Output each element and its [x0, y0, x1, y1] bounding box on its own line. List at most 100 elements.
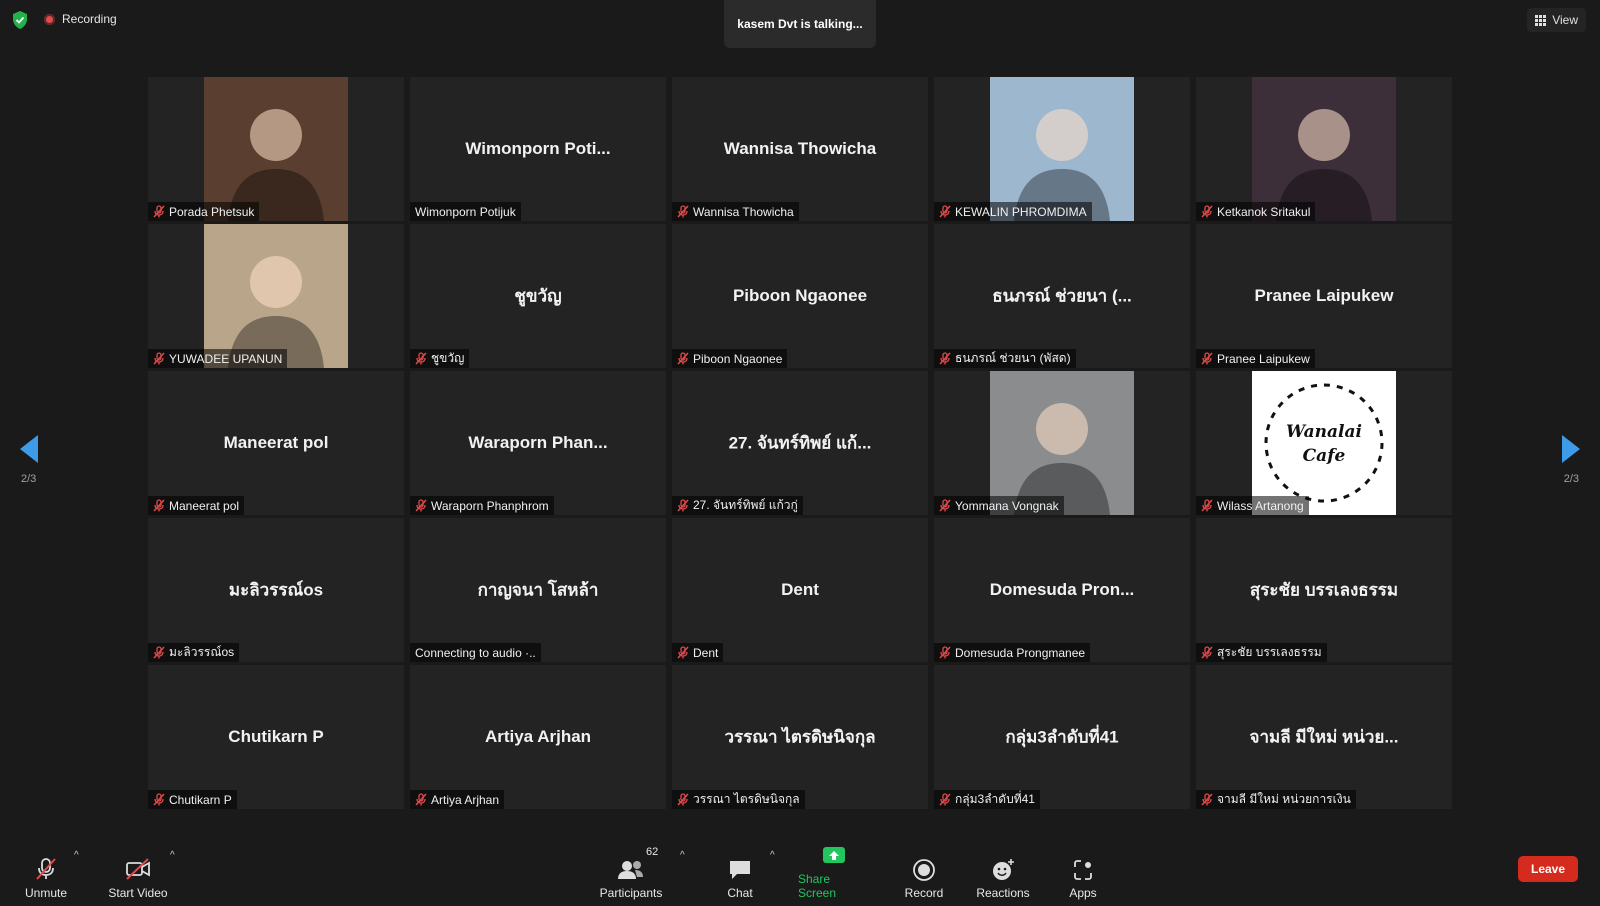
record-button[interactable]: Record	[902, 838, 946, 906]
participant-display-name: 27. จันทร์ทิพย์ แก้...	[728, 433, 872, 453]
person-silhouette-image	[228, 256, 324, 368]
participant-name-text: Piboon Ngaonee	[693, 351, 783, 366]
participant-name-text: Wimonporn Potijuk	[415, 204, 516, 219]
mic-muted-icon	[415, 499, 427, 512]
next-page-arrow-icon[interactable]	[1562, 435, 1580, 463]
participant-tile[interactable]: Wanalai Cafe Wilass Artanong	[1196, 371, 1452, 515]
participants-label: Participants	[599, 886, 663, 900]
participant-display-name: Waraporn Phan...	[468, 433, 608, 452]
participants-count: 62	[646, 846, 659, 858]
participant-name-text: Wannisa Thowicha	[693, 204, 794, 219]
participant-tile[interactable]: Artiya Arjhan Artiya Arjhan	[410, 665, 666, 809]
participant-name-label: สุระชัย บรรเลงธรรม	[1196, 643, 1327, 662]
leave-button[interactable]: Leave	[1518, 856, 1578, 882]
mic-muted-icon	[677, 646, 689, 659]
mic-muted-icon	[153, 646, 165, 659]
mic-muted-icon	[1201, 499, 1213, 512]
participant-name-label: มะลิวรรณ์os	[148, 643, 240, 662]
mic-muted-icon	[1201, 646, 1213, 659]
participant-tile[interactable]: KEWALIN PHROMDIMA	[934, 77, 1190, 221]
participant-tile[interactable]: Ketkanok Sritakul	[1196, 77, 1452, 221]
participant-video-feed	[204, 77, 348, 221]
start-video-label: Start Video	[108, 886, 168, 900]
participant-name-label: Porada Phetsuk	[148, 202, 260, 221]
participant-name-label: Connecting to audio ·..	[410, 643, 541, 662]
participant-tile[interactable]: Wannisa Thowicha Wannisa Thowicha	[672, 77, 928, 221]
recording-indicator[interactable]: Recording	[44, 12, 117, 26]
participant-tile[interactable]: Piboon Ngaonee Piboon Ngaonee	[672, 224, 928, 368]
share-screen-button[interactable]: Share Screen	[798, 838, 870, 906]
mic-muted-icon	[939, 646, 951, 659]
participant-tile[interactable]: จามลี มีใหม่ หน่วย... จามลี มีใหม่ หน่วยก…	[1196, 665, 1452, 809]
participant-name-text: ธนภรณ์ ช่วยนา (พัสด)	[955, 351, 1071, 365]
participant-tile[interactable]: Domesuda Pron... Domesuda Prongmanee	[934, 518, 1190, 662]
participant-name-text: Wilass Artanong	[1217, 498, 1304, 513]
reactions-button[interactable]: Reactions	[976, 838, 1030, 906]
participant-display-name: กาญจนา โสหล้า	[477, 580, 599, 600]
active-speaker-banner: kasem Dvt is talking...	[724, 0, 876, 48]
participant-display-name: Pranee Laipukew	[1254, 286, 1394, 305]
chat-caret-icon[interactable]: ^	[770, 850, 775, 861]
leave-label: Leave	[1530, 862, 1566, 876]
participant-display-name: Wimonporn Poti...	[465, 139, 611, 158]
participant-tile[interactable]: Yommana Vongnak	[934, 371, 1190, 515]
participant-name-label: Wilass Artanong	[1196, 496, 1309, 515]
participant-name-label: Domesuda Prongmanee	[934, 643, 1091, 662]
mic-muted-icon	[415, 793, 427, 806]
mic-muted-icon	[677, 205, 689, 218]
participant-name-text: KEWALIN PHROMDIMA	[955, 204, 1087, 219]
participant-display-name: Artiya Arjhan	[484, 727, 592, 746]
page-indicator-right: 2/3	[1563, 473, 1579, 485]
participant-tile[interactable]: กาญจนา โสหล้า Connecting to audio ·..	[410, 518, 666, 662]
participant-name-label: Yommana Vongnak	[934, 496, 1064, 515]
security-shield-icon[interactable]	[12, 11, 28, 29]
participant-name-text: Dent	[693, 645, 719, 660]
participant-name-label: Waraporn Phanphrom	[410, 496, 554, 515]
audio-options-caret-icon[interactable]: ^	[74, 850, 79, 861]
participant-display-name: มะลิวรรณ์os	[228, 580, 324, 600]
start-video-button[interactable]: Start Video	[104, 838, 172, 906]
participant-tile[interactable]: Maneerat pol Maneerat pol	[148, 371, 404, 515]
chat-button[interactable]: Chat	[720, 838, 760, 906]
participant-tile[interactable]: YUWADEE UPANUN	[148, 224, 404, 368]
participant-tile[interactable]: ธนภรณ์ ช่วยนา (... ธนภรณ์ ช่วยนา (พัสด)	[934, 224, 1190, 368]
participant-tile[interactable]: Chutikarn P Chutikarn P	[148, 665, 404, 809]
mic-muted-icon	[153, 793, 165, 806]
participant-tile[interactable]: Wimonporn Poti... Wimonporn Potijuk	[410, 77, 666, 221]
unmute-button[interactable]: Unmute	[20, 838, 72, 906]
participant-video-feed	[1252, 77, 1396, 221]
participant-name-text: มะลิวรรณ์os	[169, 645, 235, 659]
participant-name-label: 27. จันทร์ทิพย์ แก้วกู่	[672, 496, 803, 515]
participant-tile[interactable]: สุระชัย บรรเลงธรรม สุระชัย บรรเลงธรรม	[1196, 518, 1452, 662]
smiley-face-icon	[993, 859, 1014, 880]
chat-bubble-icon	[730, 861, 750, 879]
participant-tile[interactable]: Porada Phetsuk	[148, 77, 404, 221]
participant-tile[interactable]: 27. จันทร์ทิพย์ แก้... 27. จันทร์ทิพย์ แก…	[672, 371, 928, 515]
share-screen-label: Share Screen	[798, 872, 837, 900]
view-button[interactable]: View	[1527, 8, 1586, 32]
participant-name-text: Artiya Arjhan	[431, 792, 500, 807]
participant-tile[interactable]: Dent Dent	[672, 518, 928, 662]
participant-name-label: Dent	[672, 643, 724, 662]
participant-tile[interactable]: Waraporn Phan... Waraporn Phanphrom	[410, 371, 666, 515]
previous-page-arrow-icon[interactable]	[20, 435, 38, 463]
apps-button[interactable]: Apps	[1066, 838, 1100, 906]
participant-tile[interactable]: ชูขวัญ ชูขวัญ	[410, 224, 666, 368]
video-options-caret-icon[interactable]: ^	[170, 850, 175, 861]
participant-name-label: Maneerat pol	[148, 496, 245, 515]
mic-muted-icon	[677, 793, 689, 806]
apps-label: Apps	[1069, 886, 1097, 900]
participant-tile[interactable]: Pranee Laipukew Pranee Laipukew	[1196, 224, 1452, 368]
svg-text:Wanalai: Wanalai	[1286, 422, 1362, 442]
participant-video-feed	[990, 77, 1134, 221]
participant-name-label: KEWALIN PHROMDIMA	[934, 202, 1092, 221]
participant-tile[interactable]: มะลิวรรณ์os มะลิวรรณ์os	[148, 518, 404, 662]
participant-video-feed	[990, 371, 1134, 515]
participant-display-name: ชูขวัญ	[514, 286, 562, 306]
participants-caret-icon[interactable]: ^	[680, 850, 685, 861]
participant-name-text: Pranee Laipukew	[1217, 351, 1310, 366]
participant-tile[interactable]: วรรณา ไตรดิษนิจกุล วรรณา ไตรดิษนิจกุล	[672, 665, 928, 809]
participant-tile[interactable]: กลุ่ม3ลำดับที่41 กลุ่ม3ลำดับที่41	[934, 665, 1190, 809]
mic-muted-icon	[677, 499, 689, 512]
grid-view-icon	[1535, 14, 1547, 26]
